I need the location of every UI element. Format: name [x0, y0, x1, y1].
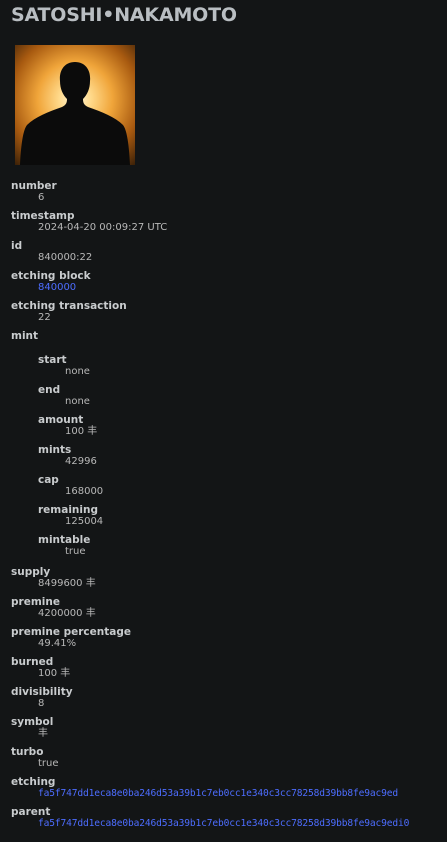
etching-block-link[interactable]: 840000: [38, 282, 76, 293]
field-label: timestamp: [11, 210, 75, 222]
silhouette-icon: [20, 62, 130, 165]
field-label: start: [38, 354, 67, 366]
field-etching-transaction: etching transaction 22: [11, 300, 441, 324]
mint-cap: cap 168000: [38, 474, 441, 498]
field-label: number: [11, 180, 57, 192]
field-etching-block: etching block 840000: [11, 270, 441, 294]
field-value: 125004: [65, 516, 104, 527]
field-value: true: [38, 758, 59, 769]
field-value: 8499600 丰: [38, 578, 96, 589]
field-label: mintable: [38, 534, 91, 546]
field-label: etching transaction: [11, 300, 127, 312]
field-value: none: [65, 396, 90, 407]
field-value: 22: [38, 312, 51, 323]
field-label: premine percentage: [11, 626, 131, 638]
rune-portrait-image: [15, 45, 135, 165]
field-value: true: [65, 546, 86, 557]
mint-mints: mints 42996: [38, 444, 441, 468]
field-value: 8: [38, 698, 45, 709]
parent-inscription-link[interactable]: fa5f747dd1eca8e0ba246d53a39b1c7eb0cc1e34…: [38, 818, 409, 829]
etching-tx-link[interactable]: fa5f747dd1eca8e0ba246d53a39b1c7eb0cc1e34…: [38, 788, 398, 799]
field-label: cap: [38, 474, 59, 486]
field-value: 6: [38, 192, 45, 203]
field-label: turbo: [11, 746, 44, 758]
field-value: none: [65, 366, 90, 377]
field-premine-percentage: premine percentage 49.41%: [11, 626, 441, 650]
field-turbo: turbo true: [11, 746, 441, 770]
field-symbol: symbol 丰: [11, 716, 441, 740]
mint-end: end none: [38, 384, 441, 408]
field-value: 2024-04-20 00:09:27 UTC: [38, 222, 168, 233]
field-number: number 6: [11, 180, 441, 204]
field-label: end: [38, 384, 61, 396]
field-label: parent: [11, 806, 51, 818]
mint-mintable: mintable true: [38, 534, 441, 558]
field-label: amount: [38, 414, 84, 426]
mint-details-list: start none end none amount 100 丰 mints 4…: [11, 354, 441, 558]
field-value: 42996: [65, 456, 97, 467]
field-label: divisibility: [11, 686, 73, 698]
field-label: supply: [11, 566, 51, 578]
field-label: premine: [11, 596, 60, 608]
field-label: symbol: [11, 716, 54, 728]
field-value: 100 丰: [38, 668, 71, 679]
field-burned: burned 100 丰: [11, 656, 441, 680]
field-value: 4200000 丰: [38, 608, 96, 619]
rune-page: SATOSHI•NAKAMOTO number 6 timestamp 2024…: [0, 0, 447, 842]
field-divisibility: divisibility 8: [11, 686, 441, 710]
field-label: mints: [38, 444, 72, 456]
field-label: etching: [11, 776, 56, 788]
field-label: mint: [11, 330, 39, 342]
field-timestamp: timestamp 2024-04-20 00:09:27 UTC: [11, 210, 441, 234]
field-supply: supply 8499600 丰: [11, 566, 441, 590]
rune-details-list: number 6 timestamp 2024-04-20 00:09:27 U…: [11, 180, 441, 836]
field-parent: parent fa5f747dd1eca8e0ba246d53a39b1c7eb…: [11, 806, 441, 830]
field-etching: etching fa5f747dd1eca8e0ba246d53a39b1c7e…: [11, 776, 441, 800]
mint-start: start none: [38, 354, 441, 378]
field-label: burned: [11, 656, 54, 668]
field-value: 840000:22: [38, 252, 93, 263]
field-value: 49.41%: [38, 638, 77, 649]
mint-remaining: remaining 125004: [38, 504, 441, 528]
field-id: id 840000:22: [11, 240, 441, 264]
field-value: 100 丰: [65, 426, 98, 437]
field-label: id: [11, 240, 23, 252]
page-title: SATOSHI•NAKAMOTO: [11, 4, 237, 26]
field-mint: mint start none end none amount 100 丰 mi…: [11, 330, 441, 558]
field-premine: premine 4200000 丰: [11, 596, 441, 620]
field-value: 168000: [65, 486, 104, 497]
field-value: 丰: [38, 728, 48, 739]
field-label: remaining: [38, 504, 98, 516]
field-label: etching block: [11, 270, 91, 282]
mint-amount: amount 100 丰: [38, 414, 441, 438]
